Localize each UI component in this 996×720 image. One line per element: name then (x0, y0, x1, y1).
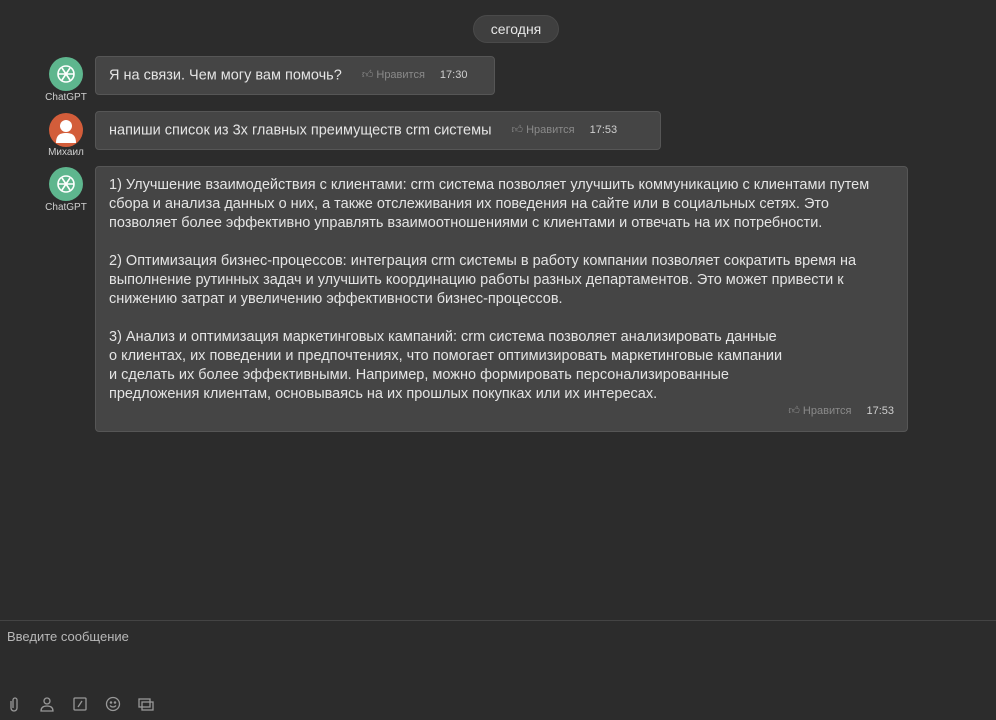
chatgpt-avatar[interactable] (49, 167, 83, 201)
message-time: 17:30 (439, 69, 468, 81)
message-time: 17:53 (866, 405, 894, 417)
like-button[interactable]: 👍︎ Нравится (362, 66, 425, 85)
like-label: Нравится (376, 69, 425, 81)
composer-divider (0, 620, 996, 621)
author-name: Михаил (48, 147, 84, 158)
composer-toolbar (6, 696, 154, 712)
message-bubble: 1) Улучшение взаимодействия с клиентами:… (95, 166, 908, 432)
attach-icon[interactable] (6, 696, 22, 712)
message-input[interactable]: Введите сообщение (7, 629, 129, 644)
message-paragraph: 2) Оптимизация бизнес-процессов: интегра… (109, 253, 857, 307)
like-button[interactable]: 👍︎ Нравится (512, 121, 575, 140)
message-time: 17:53 (589, 124, 618, 136)
message-text: напиши список из 3х главных преимуществ … (109, 122, 492, 139)
date-separator: сегодня (473, 15, 559, 43)
openai-logo-icon (57, 65, 75, 83)
person-icon (56, 120, 76, 143)
openai-logo-icon (57, 175, 75, 193)
chatgpt-avatar[interactable] (49, 57, 83, 91)
like-button[interactable]: 👍︎ Нравится (788, 402, 851, 421)
message-bubble: напиши список из 3х главных преимуществ … (95, 111, 661, 151)
message-text: Я на связи. Чем могу вам помочь? (109, 67, 342, 84)
contact-icon[interactable] (39, 696, 55, 712)
like-label: Нравится (526, 124, 575, 136)
author-name: ChatGPT (45, 92, 87, 103)
user-avatar[interactable] (49, 113, 83, 147)
like-label: Нравится (802, 405, 852, 417)
message-paragraph: 3) Анализ и оптимизация маркетинговых ка… (109, 329, 783, 402)
windows-icon[interactable] (138, 696, 154, 712)
message-paragraph: 1) Улучшение взаимодействия с клиентами:… (109, 177, 870, 231)
message-bubble: Я на связи. Чем могу вам помочь? 👍︎ Нрав… (95, 56, 495, 96)
emoji-icon[interactable] (105, 696, 121, 712)
command-icon[interactable] (72, 696, 88, 712)
author-name: ChatGPT (45, 202, 87, 213)
